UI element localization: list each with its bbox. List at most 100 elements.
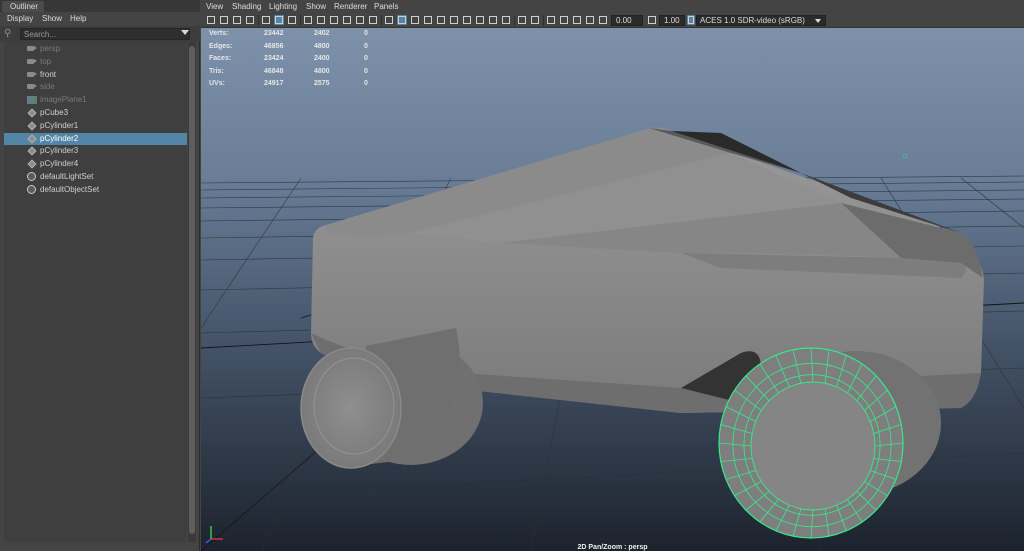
menu-show[interactable]: Show xyxy=(306,2,326,12)
outliner-item-pcylinder2[interactable]: pCylinder2 xyxy=(4,132,187,145)
outliner-item-side[interactable]: side xyxy=(4,81,187,93)
color-management-icon[interactable] xyxy=(687,15,695,25)
outliner-item-defaultlightset[interactable]: defaultLightSet xyxy=(4,171,187,183)
hud-cell: 46856 xyxy=(264,42,284,50)
menu-view[interactable]: View xyxy=(206,2,223,12)
outliner-item-pcylinder1[interactable]: pCylinder1 xyxy=(4,120,187,132)
search-icon[interactable]: ⚲ xyxy=(4,28,16,40)
outliner-item-label: persp xyxy=(40,44,61,53)
outliner-item-label: side xyxy=(40,82,55,92)
view-axis-gizmo-icon xyxy=(205,526,223,544)
outliner-item-label: pCylinder1 xyxy=(40,120,79,130)
anti-aliasing-icon[interactable] xyxy=(488,15,498,25)
outliner-item-label: imagePlane1 xyxy=(40,95,87,105)
camera-attributes-icon[interactable] xyxy=(219,15,229,25)
xray-joints-icon[interactable] xyxy=(546,15,556,25)
menu-lighting[interactable]: Lighting xyxy=(269,2,297,12)
menu-shading[interactable]: Shading xyxy=(232,2,261,12)
xray-components-icon[interactable] xyxy=(559,15,569,25)
toolbar-separator xyxy=(258,15,259,26)
menu-display[interactable]: Display xyxy=(7,13,33,24)
use-all-lights-icon[interactable] xyxy=(436,15,446,25)
hud-row-uvs: UVs: 24917 2575 0 xyxy=(209,78,409,90)
safe-action-icon[interactable] xyxy=(355,15,365,25)
toolbar-separator xyxy=(381,15,382,26)
hud-cell: 0 xyxy=(364,67,368,75)
outliner-item-pcylinder4[interactable]: pCylinder4 xyxy=(4,158,187,170)
toolbar-separator xyxy=(300,15,301,26)
outliner-item-top[interactable]: top xyxy=(4,56,187,68)
viewport-scene[interactable] xyxy=(201,28,1024,551)
motion-blur-icon[interactable] xyxy=(475,15,485,25)
shadows-icon[interactable] xyxy=(449,15,459,25)
isolate-select-icon[interactable] xyxy=(517,15,527,25)
menu-help[interactable]: Help xyxy=(70,13,86,24)
smooth-shade-icon[interactable] xyxy=(397,15,407,25)
outliner-item-pcylinder3[interactable]: pCylinder3 xyxy=(4,145,187,157)
set-icon xyxy=(27,172,36,181)
outliner-item-pcube3[interactable]: pCube3 xyxy=(4,107,187,119)
resolution-gate-icon[interactable] xyxy=(316,15,326,25)
hud-cell: Tris: xyxy=(209,67,224,75)
outliner-item-label: pCylinder2 xyxy=(40,133,79,143)
wireframe-on-shaded-icon[interactable] xyxy=(410,15,420,25)
wireframe-icon[interactable] xyxy=(384,15,394,25)
xray-icon[interactable] xyxy=(530,15,540,25)
image-plane-icon xyxy=(27,96,37,105)
hud-cell: 2575 xyxy=(314,80,330,88)
outliner-scrollbar[interactable] xyxy=(188,42,196,542)
hud-cell: 23424 xyxy=(264,55,284,63)
menu-show[interactable]: Show xyxy=(42,13,62,24)
camera-icon xyxy=(27,84,37,90)
film-gate-icon[interactable] xyxy=(303,15,313,25)
select-camera-icon[interactable] xyxy=(206,15,216,25)
hud-row-verts: Verts: 23442 2402 0 xyxy=(209,28,409,40)
mesh-icon xyxy=(27,108,37,118)
bookmark-icon[interactable] xyxy=(232,15,242,25)
hud-cell: 4800 xyxy=(314,67,330,75)
outliner-item-persp[interactable]: persp xyxy=(4,43,187,55)
view-transform-dropdown[interactable]: ACES 1.0 SDR-video (sRGB) xyxy=(696,15,826,26)
toolbar-separator xyxy=(514,15,515,26)
outliner-item-imageplane1[interactable]: imagePlane1 xyxy=(4,94,187,106)
menu-panels[interactable]: Panels xyxy=(374,2,398,12)
hud-cell: 2400 xyxy=(314,55,330,63)
textured-icon[interactable] xyxy=(423,15,433,25)
hud-row-edges: Edges: 46856 4800 0 xyxy=(209,41,409,53)
gamma-field[interactable]: 1.00 xyxy=(659,15,685,26)
hud-cell: 4800 xyxy=(314,42,330,50)
depth-of-field-icon[interactable] xyxy=(501,15,511,25)
viewport-toolbar: 0.00 1.00 ACES 1.0 SDR-video (sRGB) xyxy=(201,13,1024,28)
resolution-icon[interactable] xyxy=(585,15,595,25)
scrollbar-thumb[interactable] xyxy=(189,46,195,534)
safe-title-icon[interactable] xyxy=(368,15,378,25)
exposure-icon[interactable] xyxy=(598,15,608,25)
viewport-menu-bar: View Shading Lighting Show Renderer Pane… xyxy=(201,0,1024,13)
search-input[interactable] xyxy=(20,28,190,40)
gate-mask-icon[interactable] xyxy=(329,15,339,25)
outliner-item-front[interactable]: front xyxy=(4,69,187,81)
exposure-field[interactable]: 0.00 xyxy=(611,15,643,26)
screen-space-ao-icon[interactable] xyxy=(462,15,472,25)
outliner-item-label: pCylinder3 xyxy=(40,146,79,156)
grease-pencil-icon[interactable] xyxy=(274,15,284,25)
pan-zoom-icon[interactable] xyxy=(261,15,271,25)
outliner-search-row: ⚲ xyxy=(0,26,200,42)
3d-viewport[interactable]: Verts: 23442 2402 0 Edges: 46856 4800 0 Faces: 23… xyxy=(201,28,1024,551)
field-chart-icon[interactable] xyxy=(342,15,352,25)
outliner-list: persp top front side imagePlane1 pCube3 pCylin… xyxy=(4,42,187,542)
outliner-item-label: defaultLightSet xyxy=(40,172,94,181)
outliner-item-defaultobjectset[interactable]: defaultObjectSet xyxy=(4,184,187,196)
grid-toggle-icon[interactable] xyxy=(287,15,297,25)
hud-cell: 0 xyxy=(364,30,368,37)
camera-label: 2D Pan/Zoom : persp xyxy=(577,544,648,551)
menu-renderer[interactable]: Renderer xyxy=(334,2,367,12)
gamma-icon[interactable] xyxy=(647,15,657,25)
chevron-down-icon[interactable] xyxy=(815,19,821,23)
backface-culling-icon[interactable] xyxy=(572,15,582,25)
hud-cell: Edges: xyxy=(209,42,233,50)
outliner-tab[interactable]: Outliner xyxy=(2,1,44,12)
hud-cell: 0 xyxy=(364,80,368,88)
chevron-down-icon[interactable] xyxy=(181,30,189,35)
image-plane-icon[interactable] xyxy=(245,15,255,25)
